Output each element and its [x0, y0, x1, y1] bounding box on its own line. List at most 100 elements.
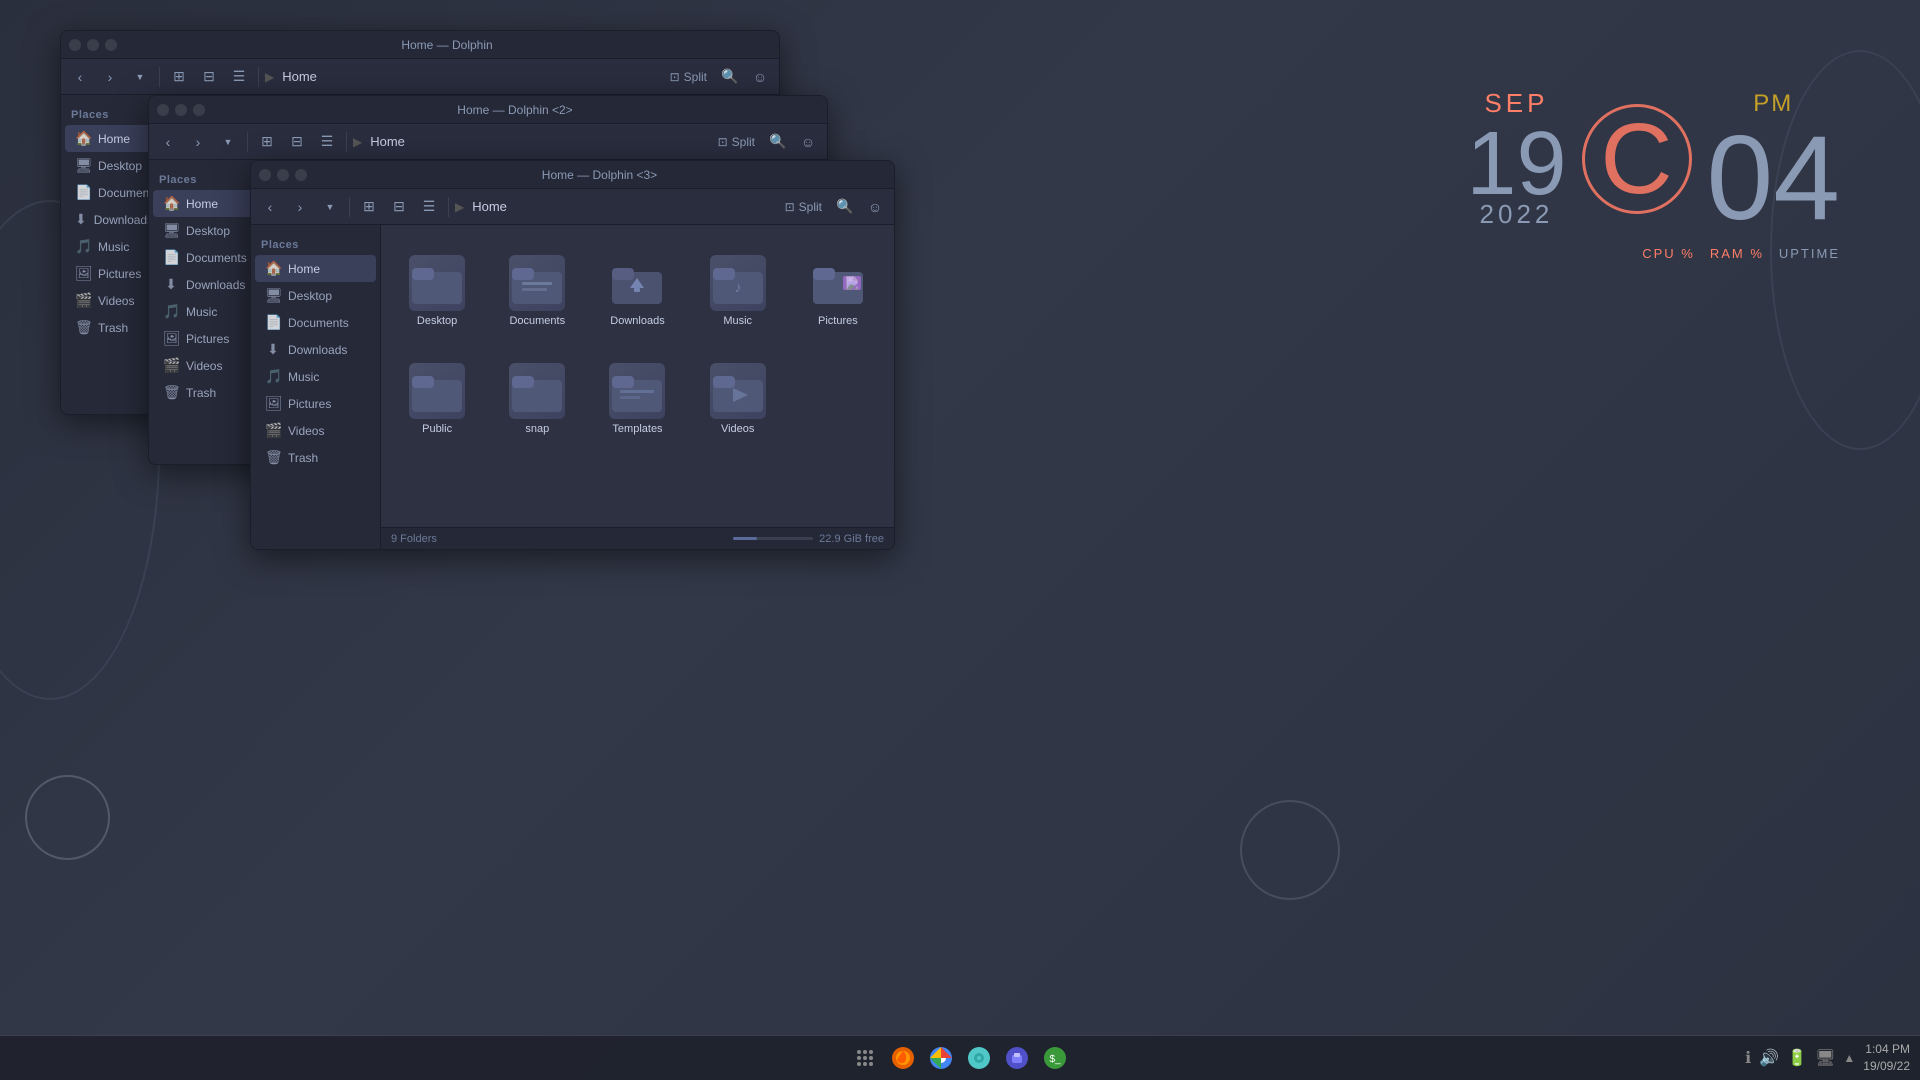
sidebar-downloads-3[interactable]: ⬇ Downloads [255, 336, 376, 363]
file-item-desktop[interactable]: Desktop [391, 235, 483, 335]
sidebar-music-1[interactable]: 🎵 Music [65, 233, 156, 260]
menu-btn-2[interactable]: ☺ [795, 129, 821, 155]
sidebar-downloads-1[interactable]: ⬇ Downloads [65, 206, 156, 233]
search-btn-2[interactable]: 🔍 [765, 129, 791, 155]
toolbar-3: ‹ › ▼ ⊞ ⊟ ☰ ▶ Home ⊡ Split 🔍 ☺ [251, 189, 894, 225]
forward-btn-1[interactable]: › [97, 64, 123, 90]
menu-btn-3[interactable]: ☺ [862, 194, 888, 220]
sidebar-documents-1[interactable]: 📄 Documents [65, 179, 156, 206]
file-item-music[interactable]: ♪ Music [692, 235, 784, 335]
split-btn-2[interactable]: ⊡ Split [712, 132, 761, 152]
file-item-documents[interactable]: Documents [491, 235, 583, 335]
status-bar-3: 9 Folders 22.9 GiB free [381, 527, 894, 549]
dropdown-btn-2[interactable]: ▼ [215, 129, 241, 155]
search-btn-3[interactable]: 🔍 [832, 194, 858, 220]
taskbar-info-icon[interactable]: ℹ [1745, 1048, 1751, 1068]
taskbar-terminal-icon[interactable]: $_ [1040, 1043, 1070, 1073]
sidebar-documents-3[interactable]: 📄 Documents [255, 309, 376, 336]
split-btn-1[interactable]: ⊡ Split [664, 67, 713, 87]
sidebar-videos-3[interactable]: 🎬 Videos [255, 417, 376, 444]
view-compact-2[interactable]: ⊟ [284, 129, 310, 155]
file-label-music: Music [723, 315, 752, 327]
taskbar-volume-icon[interactable]: 🔊 [1759, 1048, 1779, 1068]
title-bar-1: Home — Dolphin [61, 31, 779, 59]
folder-count: 9 Folders [391, 533, 437, 545]
taskbar-firefox-icon[interactable] [888, 1043, 918, 1073]
back-btn-1[interactable]: ‹ [67, 64, 93, 90]
view-compact-3[interactable]: ⊟ [386, 194, 412, 220]
taskbar-store-icon[interactable] [1002, 1043, 1032, 1073]
home-icon-3: 🏠 [265, 260, 281, 277]
taskbar-battery-icon[interactable]: 🔋 [1787, 1048, 1807, 1068]
taskbar-chrome-icon[interactable] [926, 1043, 956, 1073]
sidebar-music-3[interactable]: 🎵 Music [255, 363, 376, 390]
toolbar-2: ‹ › ▼ ⊞ ⊟ ☰ ▶ Home ⊡ Split 🔍 ☺ [149, 124, 827, 160]
desktop-icon-2: 🖥 [163, 222, 179, 239]
view-list-2[interactable]: ☰ [314, 129, 340, 155]
sidebar-desktop-1[interactable]: 🖥 Desktop [65, 152, 156, 179]
forward-btn-2[interactable]: › [185, 129, 211, 155]
back-btn-2[interactable]: ‹ [155, 129, 181, 155]
music-icon-1: 🎵 [75, 238, 91, 255]
file-item-public[interactable]: Public [391, 343, 483, 443]
desktop-icon-3: 🖥 [265, 287, 281, 304]
dropdown-btn-1[interactable]: ▼ [127, 64, 153, 90]
path-home-1[interactable]: Home [278, 67, 321, 86]
file-label-videos: Videos [721, 423, 754, 435]
close-btn-3[interactable] [259, 169, 271, 181]
file-item-pictures[interactable]: Pictures [792, 235, 884, 335]
taskbar-grid-icon[interactable] [850, 1043, 880, 1073]
view-icons-2[interactable]: ⊞ [254, 129, 280, 155]
view-icons-3[interactable]: ⊞ [356, 194, 382, 220]
sidebar-pictures-1[interactable]: 🖼 Pictures [65, 260, 156, 287]
title-bar-2: Home — Dolphin <2> [149, 96, 827, 124]
folder-icon-templates [609, 363, 665, 419]
maximize-btn-1[interactable] [105, 39, 117, 51]
music-icon-2: 🎵 [163, 303, 179, 320]
sidebar-videos-1[interactable]: 🎬 Videos [65, 287, 156, 314]
file-item-videos[interactable]: Videos [692, 343, 784, 443]
forward-btn-3[interactable]: › [287, 194, 313, 220]
search-btn-1[interactable]: 🔍 [717, 64, 743, 90]
sidebar-desktop-3[interactable]: 🖥 Desktop [255, 282, 376, 309]
minimize-btn-2[interactable] [175, 104, 187, 116]
taskbar-expand-icon[interactable]: ▲ [1843, 1051, 1855, 1065]
ram-label: RAM % [1710, 246, 1764, 261]
file-item-snap[interactable]: snap [491, 343, 583, 443]
sidebar-home-3[interactable]: 🏠 Home [255, 255, 376, 282]
desktop-icon-1: 🖥 [75, 157, 91, 174]
dropdown-btn-3[interactable]: ▼ [317, 194, 343, 220]
sidebar-pictures-3[interactable]: 🖼 Pictures [255, 390, 376, 417]
videos-label-3: Videos [288, 424, 324, 438]
music-label-1: Music [98, 240, 129, 254]
trash-label-1: Trash [98, 321, 128, 335]
view-compact-1[interactable]: ⊟ [196, 64, 222, 90]
sep-2 [258, 67, 259, 87]
file-label-pictures: Pictures [818, 315, 858, 327]
sidebar-trash-1[interactable]: 🗑 Trash [65, 314, 156, 341]
view-list-3[interactable]: ☰ [416, 194, 442, 220]
svg-text:$_: $_ [1049, 1054, 1061, 1065]
back-btn-3[interactable]: ‹ [257, 194, 283, 220]
taskbar-settings-icon[interactable] [964, 1043, 994, 1073]
sidebar-trash-3[interactable]: 🗑 Trash [255, 444, 376, 471]
view-icons-1[interactable]: ⊞ [166, 64, 192, 90]
split-btn-3[interactable]: ⊡ Split [779, 197, 828, 217]
file-item-templates[interactable]: Templates [591, 343, 683, 443]
maximize-btn-3[interactable] [295, 169, 307, 181]
downloads-icon-2: ⬇ [163, 276, 179, 293]
maximize-btn-2[interactable] [193, 104, 205, 116]
view-list-1[interactable]: ☰ [226, 64, 252, 90]
path-home-3[interactable]: Home [468, 197, 511, 216]
toolbar-right-2: ⊡ Split 🔍 ☺ [712, 129, 821, 155]
sidebar-home-1[interactable]: 🏠 Home [65, 125, 156, 152]
minimize-btn-3[interactable] [277, 169, 289, 181]
minimize-btn-1[interactable] [87, 39, 99, 51]
close-btn-1[interactable] [69, 39, 81, 51]
menu-btn-1[interactable]: ☺ [747, 64, 773, 90]
close-btn-2[interactable] [157, 104, 169, 116]
path-home-2[interactable]: Home [366, 132, 409, 151]
taskbar-monitor-icon[interactable]: 🖥 [1815, 1048, 1835, 1068]
file-item-downloads[interactable]: Downloads [591, 235, 683, 335]
trash-label-2: Trash [186, 386, 216, 400]
